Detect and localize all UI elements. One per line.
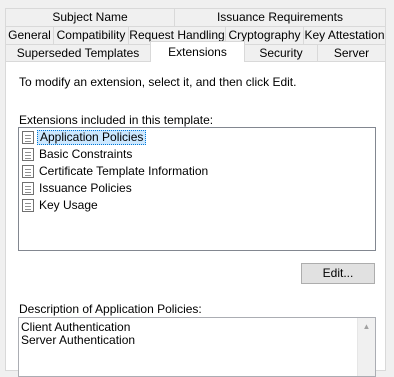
extensions-tab-panel: To modify an extension, select it, and t… [5, 61, 386, 377]
tab-general[interactable]: General [5, 26, 54, 45]
tab-superseded-templates[interactable]: Superseded Templates [5, 44, 151, 62]
extension-item-label: Issuance Policies [39, 181, 132, 195]
extension-item-label: Basic Constraints [39, 147, 133, 161]
tab-security[interactable]: Security [244, 44, 318, 62]
tab-key-attestation[interactable]: Key Attestation [303, 26, 386, 45]
extension-document-icon [22, 182, 34, 195]
tab-issuance-requirements[interactable]: Issuance Requirements [174, 8, 386, 27]
description-scrollbar[interactable]: ▲ [357, 318, 375, 376]
extension-document-icon [22, 165, 34, 178]
extension-item-certificate-template-information[interactable]: Certificate Template Information [22, 164, 210, 179]
extension-item-label: Key Usage [39, 198, 98, 212]
extensions-list-label: Extensions included in this template: [19, 113, 214, 127]
extension-item-application-policies[interactable]: Application Policies [22, 130, 147, 145]
edit-button[interactable]: Edit... [301, 263, 375, 284]
description-label: Description of Application Policies: [19, 302, 202, 316]
extension-document-icon [22, 131, 34, 144]
extension-item-key-usage[interactable]: Key Usage [22, 198, 100, 213]
extension-item-label: Certificate Template Information [39, 164, 209, 178]
extension-item-label: Application Policies [37, 130, 147, 145]
extension-document-icon [22, 148, 34, 161]
tab-server[interactable]: Server [317, 44, 386, 62]
tab-compatibility[interactable]: Compatibility [53, 26, 129, 45]
extension-item-basic-constraints[interactable]: Basic Constraints [22, 147, 134, 162]
tab-extensions[interactable]: Extensions [150, 41, 245, 62]
description-textbox[interactable]: Client Authentication Server Authenticat… [18, 317, 376, 377]
extension-document-icon [22, 199, 34, 212]
extension-item-issuance-policies[interactable]: Issuance Policies [22, 181, 134, 196]
description-line: Server Authentication [21, 333, 136, 347]
scroll-up-arrow-icon[interactable]: ▲ [358, 318, 375, 335]
tab-subject-name[interactable]: Subject Name [5, 8, 175, 27]
extensions-listbox[interactable]: Application Policies Basic Constraints C… [18, 127, 376, 251]
instruction-text: To modify an extension, select it, and t… [19, 75, 297, 89]
